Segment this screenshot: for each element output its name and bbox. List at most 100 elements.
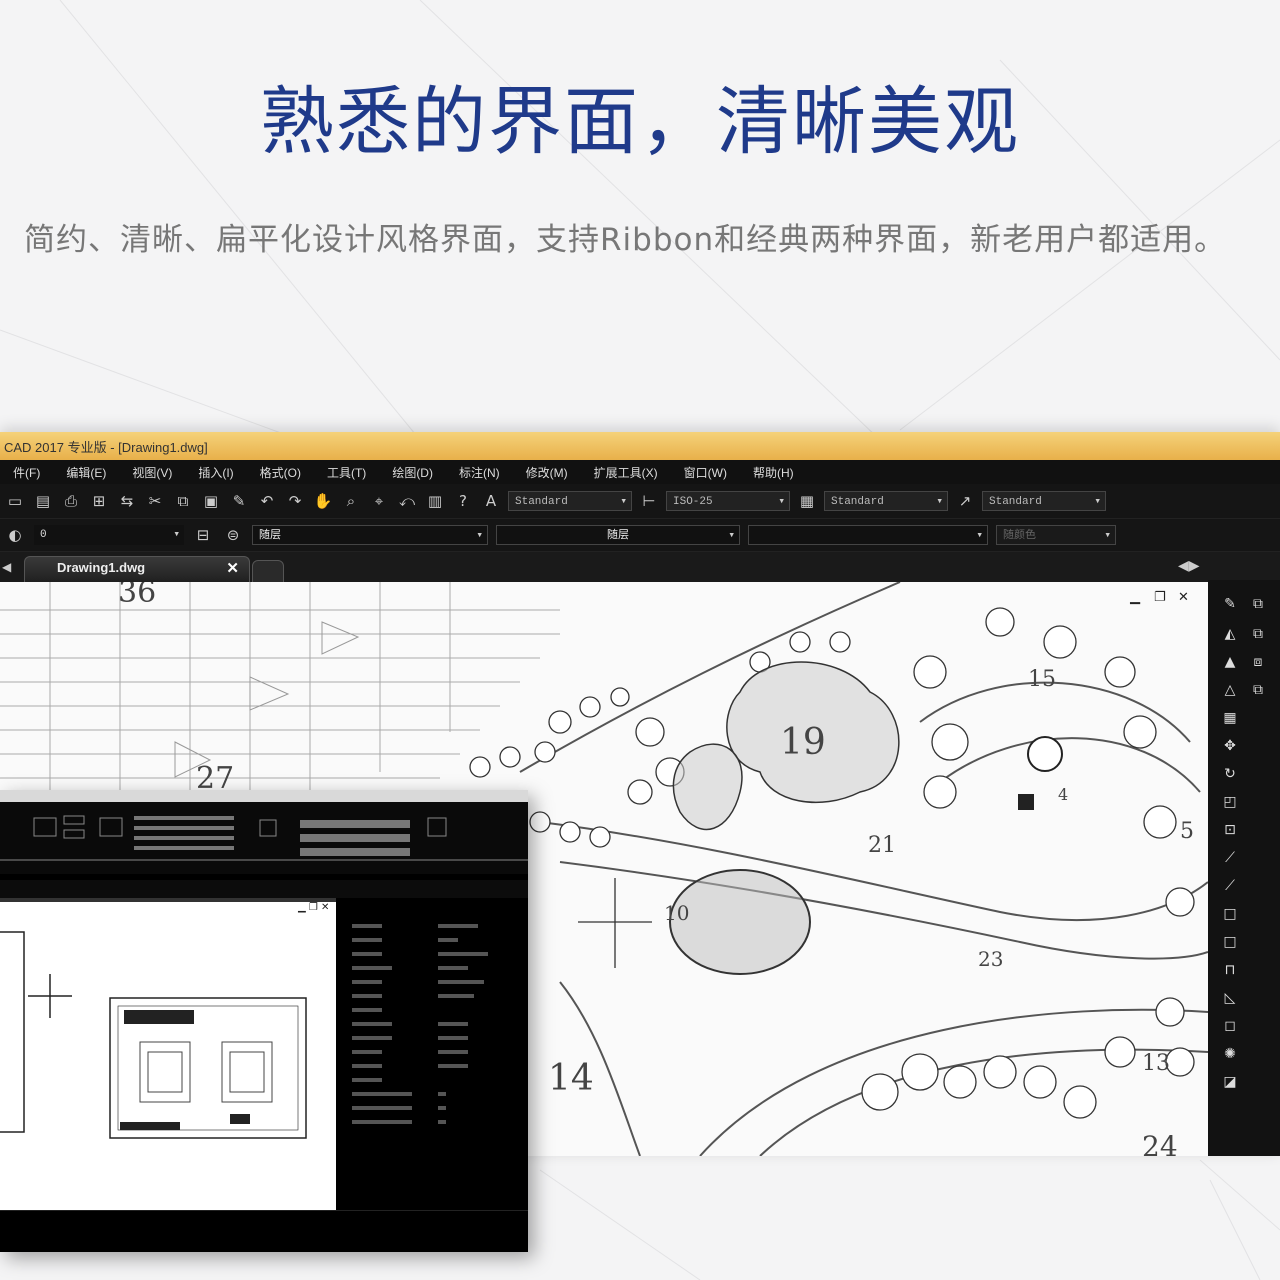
layer-dropdown[interactable]: 0 — [34, 525, 184, 545]
menu-insert[interactable]: 插入(I) — [185, 464, 246, 481]
layer-prev-icon[interactable]: ⊜ — [222, 524, 244, 546]
fillet-icon[interactable]: ◻ — [1220, 1016, 1240, 1036]
menu-tools[interactable]: 工具(T) — [314, 464, 379, 481]
tab-scroll-left-icon[interactable]: ◀ — [2, 560, 11, 574]
headline: 熟悉的界面，清晰美观 — [260, 79, 1020, 165]
zoom-window-icon[interactable]: ⌖ — [368, 490, 390, 512]
linetype-dropdown[interactable]: 随层 — [496, 525, 740, 546]
menu-format[interactable]: 格式(O) — [247, 464, 314, 481]
inset-title-bar — [0, 790, 528, 802]
paste-icon[interactable]: ▣ — [200, 490, 222, 512]
tab-close-icon[interactable]: ✕ — [226, 559, 239, 577]
plot-style-dropdown[interactable]: 随颜色 — [996, 525, 1116, 546]
label-5: 5 — [1180, 819, 1194, 844]
redo-icon[interactable]: ↷ — [284, 490, 306, 512]
zoom-icon[interactable]: ⌕ — [340, 490, 362, 512]
inset-properties-panel — [342, 898, 528, 1148]
menu-bar: 件(F) 编辑(E) 视图(V) 插入(I) 格式(O) 工具(T) 绘图(D)… — [0, 460, 1280, 484]
join-icon[interactable]: ⊓ — [1220, 960, 1240, 980]
undo-icon[interactable]: ↶ — [256, 490, 278, 512]
cut-icon[interactable]: ✂ — [144, 490, 166, 512]
layer-icon[interactable]: ⧉ — [1248, 680, 1268, 700]
layer-toolbar: ◐ 0 ⊟ ⊜ 随层 随层 随颜色 — [0, 519, 1280, 552]
restore-icon[interactable]: ❐ — [1154, 590, 1166, 605]
mleader-style-icon: ↗ — [958, 492, 972, 510]
menu-file[interactable]: 件(F) — [0, 464, 53, 481]
table-style-dropdown[interactable]: Standard — [824, 491, 948, 512]
subheadline: 简约、清晰、扁平化设计风格界面，支持Ribbon和经典两种界面，新老用户都适用。 — [24, 222, 1227, 258]
preview-icon[interactable]: ⊞ — [88, 490, 110, 512]
close-icon[interactable]: ✕ — [1178, 590, 1189, 605]
pan-icon[interactable]: ✋ — [312, 490, 334, 512]
inset-drawing-area[interactable]: ▁ ❐ ✕ — [0, 898, 336, 1252]
array-icon[interactable]: ▲ — [1220, 652, 1240, 672]
menu-view[interactable]: 视图(V) — [119, 464, 185, 481]
menu-extend-tools[interactable]: 扩展工具(X) — [581, 464, 671, 481]
offset-icon[interactable]: ⧉ — [1248, 624, 1268, 644]
erase-icon[interactable]: ✎ — [1220, 594, 1240, 614]
stretch-icon[interactable]: ⊡ — [1220, 820, 1240, 840]
document-tab-bar: ◀ Drawing1.dwg ✕ ◀▶ — [0, 552, 1280, 584]
array-path-icon[interactable]: ⧈ — [1248, 652, 1268, 672]
new-file-icon[interactable]: ▭ — [4, 490, 26, 512]
label-36: 36 — [118, 582, 156, 610]
zoom-previous-icon[interactable]: ⤺ — [396, 490, 418, 512]
save-icon[interactable]: ▤ — [32, 490, 54, 512]
ribbon-icons — [0, 815, 528, 861]
match-icon[interactable]: ✎ — [228, 490, 250, 512]
publish-icon[interactable]: ⇆ — [116, 490, 138, 512]
properties-icon[interactable]: ◪ — [1220, 1072, 1240, 1092]
label-24: 24 — [1142, 1130, 1178, 1156]
move-icon[interactable]: ✥ — [1220, 736, 1240, 756]
label-4: 4 — [1058, 785, 1068, 804]
dim-style-dropdown[interactable]: ISO-25 — [666, 491, 790, 512]
ribbon-interface-window: ▁ ❐ ✕ — [0, 790, 528, 1252]
break-icon[interactable]: □ — [1220, 932, 1240, 952]
tab-nav-icon[interactable]: ◀▶ — [1178, 558, 1200, 574]
text-style-dropdown[interactable]: Standard — [508, 491, 632, 512]
label-19: 19 — [780, 722, 826, 763]
menu-help[interactable]: 帮助(H) — [740, 464, 807, 481]
tab-drawing1[interactable]: Drawing1.dwg ✕ — [24, 556, 250, 582]
help-icon[interactable]: ? — [452, 490, 474, 512]
mleader-style-dropdown[interactable]: Standard — [982, 491, 1106, 512]
square-icon[interactable]: □ — [1220, 904, 1240, 924]
inset-window-controls[interactable]: ▁ ❐ ✕ — [298, 902, 329, 913]
calculator-icon[interactable]: ▥ — [424, 490, 446, 512]
scale-icon[interactable]: ◰ — [1220, 792, 1240, 812]
minimize-icon[interactable]: ▁ — [1130, 590, 1140, 605]
dim-style-icon: ⊢ — [642, 492, 656, 510]
layer-props-icon[interactable]: ⊟ — [192, 524, 214, 546]
rotate-icon[interactable]: ↻ — [1220, 764, 1240, 784]
new-tab-button[interactable] — [252, 560, 284, 584]
copy-icon[interactable]: ⧉ — [172, 490, 194, 512]
chamfer-icon[interactable]: ◺ — [1220, 988, 1240, 1008]
title-bar: CAD 2017 专业版 - [Drawing1.dwg] — [0, 432, 1280, 460]
standard-toolbar: ▭ ▤ ⎙ ⊞ ⇆ ✂ ⧉ ▣ ✎ ↶ ↷ ✋ ⌕ ⌖ ⤺ ▥ ? A Stan… — [0, 484, 1280, 519]
properties-rows — [352, 924, 488, 1124]
label-21: 21 — [868, 833, 896, 858]
grid-icon[interactable]: ▦ — [1220, 708, 1240, 728]
extend-icon[interactable]: ⟋ — [1220, 876, 1240, 896]
print-icon[interactable]: ⎙ — [60, 490, 82, 512]
label-10: 10 — [664, 901, 689, 925]
label-13: 13 — [1142, 1051, 1170, 1076]
menu-window[interactable]: 窗口(W) — [671, 464, 740, 481]
layer-state-icon: ◐ — [8, 526, 22, 544]
text-style-icon: A — [485, 492, 497, 510]
trim-icon[interactable]: ⟋ — [1220, 848, 1240, 868]
inset-command-line[interactable] — [0, 1210, 528, 1252]
menu-dimension[interactable]: 标注(N) — [446, 464, 513, 481]
menu-modify[interactable]: 修改(M) — [513, 464, 581, 481]
label-23: 23 — [978, 947, 1003, 971]
lineweight-dropdown[interactable] — [748, 525, 988, 546]
color-dropdown[interactable]: 随层 — [252, 525, 488, 546]
mirror-icon[interactable]: ◭ — [1220, 624, 1240, 644]
table-style-icon: ▦ — [799, 492, 815, 510]
explode-icon[interactable]: ✺ — [1220, 1044, 1240, 1064]
menu-draw[interactable]: 绘图(D) — [379, 464, 446, 481]
copy-object-icon[interactable]: ⧉ — [1248, 594, 1268, 614]
inset-drawing — [0, 931, 307, 1139]
triangle-icon[interactable]: △ — [1220, 680, 1240, 700]
menu-edit[interactable]: 编辑(E) — [53, 464, 119, 481]
